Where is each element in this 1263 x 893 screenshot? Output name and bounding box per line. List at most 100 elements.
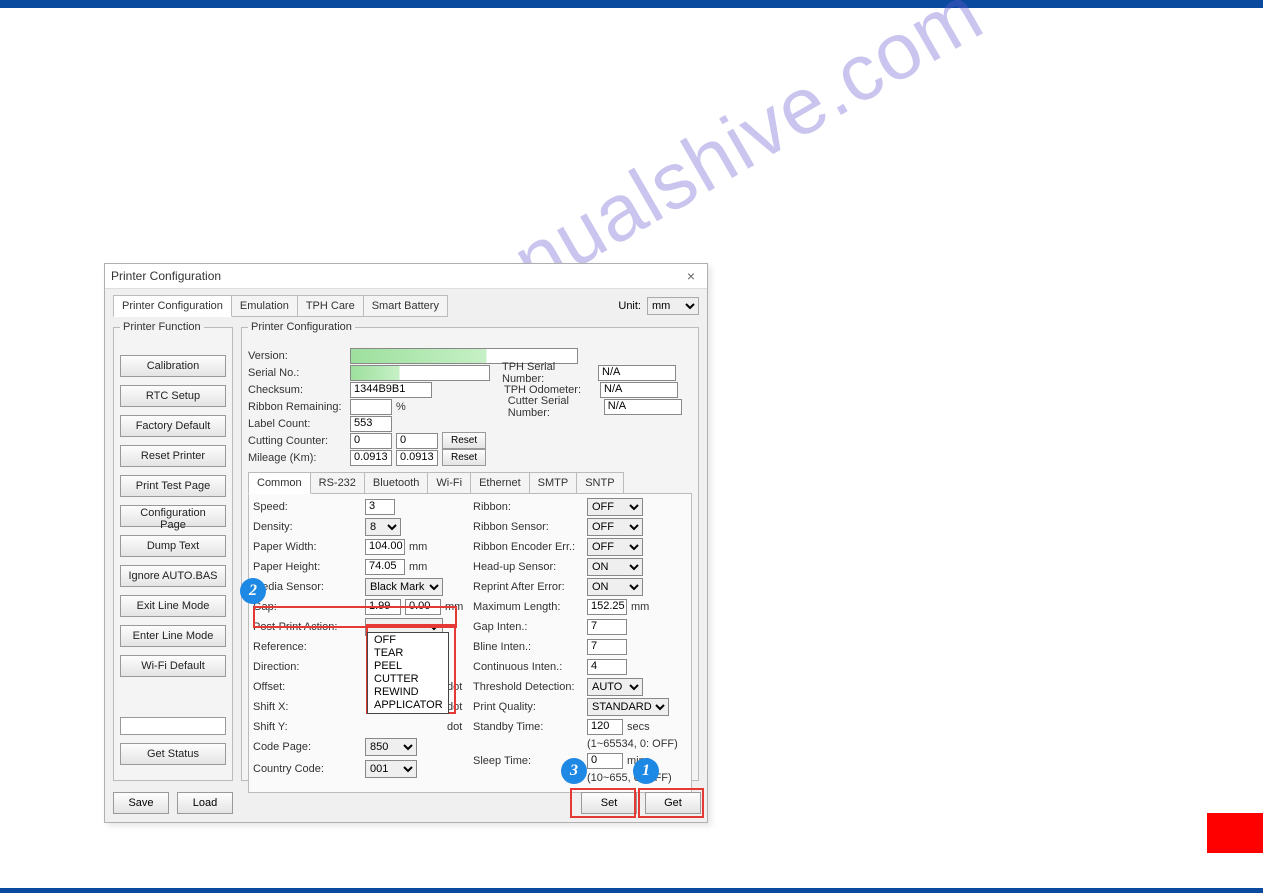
tab-printer-configuration[interactable]: Printer Configuration — [113, 295, 232, 317]
option-rewind[interactable]: REWIND — [368, 686, 448, 699]
status-input[interactable] — [120, 717, 226, 735]
subtab-sntp[interactable]: SNTP — [576, 472, 623, 494]
option-peel[interactable]: PEEL — [368, 660, 448, 673]
red-block — [1207, 813, 1263, 853]
tph-odo-field[interactable]: N/A — [600, 382, 678, 398]
exit-line-mode-button[interactable]: Exit Line Mode — [120, 595, 226, 617]
factory-default-button[interactable]: Factory Default — [120, 415, 226, 437]
continuous-inten-field[interactable]: 4 — [587, 659, 627, 675]
printer-configuration-legend: Printer Configuration — [248, 321, 355, 333]
option-cutter[interactable]: CUTTER — [368, 673, 448, 686]
gap-b-field[interactable]: 0.00 — [405, 599, 441, 615]
option-tear[interactable]: TEAR — [368, 647, 448, 660]
ribbon-label: Ribbon: — [473, 501, 583, 513]
print-quality-select[interactable]: STANDARD — [587, 698, 669, 716]
post-print-action-dropdown[interactable]: OFF TEAR PEEL CUTTER REWIND APPLICATOR — [367, 632, 449, 714]
ribbon-encoder-select[interactable]: OFF — [587, 538, 643, 556]
threshold-detection-select[interactable]: AUTO — [587, 678, 643, 696]
load-button[interactable]: Load — [177, 792, 233, 814]
print-test-page-button[interactable]: Print Test Page — [120, 475, 226, 497]
subtab-smtp[interactable]: SMTP — [529, 472, 578, 494]
mileage-a-field[interactable]: 0.0913 — [350, 450, 392, 466]
ribbon-sensor-select[interactable]: OFF — [587, 518, 643, 536]
cutting-counter-b-field[interactable]: 0 — [396, 433, 438, 449]
get-button[interactable]: Get — [645, 792, 701, 814]
code-page-select[interactable]: 850 — [365, 738, 417, 756]
subtab-common[interactable]: Common — [248, 472, 311, 494]
paper-width-unit: mm — [409, 541, 427, 553]
dialog-titlebar[interactable]: Printer Configuration × — [105, 264, 707, 289]
max-length-field[interactable]: 152.25 — [587, 599, 627, 615]
save-button[interactable]: Save — [113, 792, 169, 814]
cutting-counter-a-field[interactable]: 0 — [350, 433, 392, 449]
cutter-serial-label: Cutter Serial Number: — [508, 395, 600, 419]
serial-no-label: Serial No.: — [248, 367, 346, 379]
subtab-wifi[interactable]: Wi-Fi — [427, 472, 471, 494]
bottom-bar — [0, 888, 1263, 893]
paper-height-field[interactable]: 74.05 — [365, 559, 405, 575]
calibration-button[interactable]: Calibration — [120, 355, 226, 377]
headup-sensor-select[interactable]: ON — [587, 558, 643, 576]
option-off[interactable]: OFF — [368, 634, 448, 647]
gap-a-field[interactable]: 1.99 — [365, 599, 401, 615]
callout-circle-1: 1 — [633, 758, 659, 784]
ribbon-remaining-field[interactable] — [350, 399, 392, 415]
reference-label: Reference: — [253, 641, 361, 653]
subtab-bluetooth[interactable]: Bluetooth — [364, 472, 428, 494]
tph-serial-field[interactable]: N/A — [598, 365, 676, 381]
paper-height-unit: mm — [409, 561, 427, 573]
dump-text-button[interactable]: Dump Text — [120, 535, 226, 557]
standby-time-field[interactable]: 120 — [587, 719, 623, 735]
sub-tabs: Common RS-232 Bluetooth Wi-Fi Ethernet S… — [248, 472, 692, 494]
direction-label: Direction: — [253, 661, 361, 673]
set-button[interactable]: Set — [581, 792, 637, 814]
unit-select[interactable]: mm — [647, 297, 699, 315]
gap-inten-label: Gap Inten.: — [473, 621, 583, 633]
wifi-default-button[interactable]: Wi-Fi Default — [120, 655, 226, 677]
speed-label: Speed: — [253, 501, 361, 513]
cutting-reset-button[interactable]: Reset — [442, 432, 486, 449]
option-applicator[interactable]: APPLICATOR — [368, 699, 448, 712]
cutting-counter-label: Cutting Counter: — [248, 435, 346, 447]
tab-emulation[interactable]: Emulation — [231, 295, 298, 317]
sleep-time-field[interactable]: 0 — [587, 753, 623, 769]
callout-circle-2: 2 — [240, 578, 266, 604]
gap-label: Gap: — [253, 601, 361, 613]
media-sensor-select[interactable]: Black Mark — [365, 578, 443, 596]
ribbon-remaining-label: Ribbon Remaining: — [248, 401, 346, 413]
get-status-button[interactable]: Get Status — [120, 743, 226, 765]
density-select[interactable]: 8 — [365, 518, 401, 536]
ribbon-select[interactable]: OFF — [587, 498, 643, 516]
mileage-reset-button[interactable]: Reset — [442, 449, 486, 466]
enter-line-mode-button[interactable]: Enter Line Mode — [120, 625, 226, 647]
serial-no-field[interactable] — [350, 365, 490, 381]
label-count-field[interactable]: 553 — [350, 416, 392, 432]
configuration-page-button[interactable]: Configuration Page — [120, 505, 226, 527]
tph-serial-label: TPH Serial Number: — [502, 361, 594, 385]
speed-field[interactable]: 3 — [365, 499, 395, 515]
label-count-label: Label Count: — [248, 418, 346, 430]
mileage-b-field[interactable]: 0.0913 — [396, 450, 438, 466]
reset-printer-button[interactable]: Reset Printer — [120, 445, 226, 467]
density-label: Density: — [253, 521, 361, 533]
reprint-after-error-select[interactable]: ON — [587, 578, 643, 596]
checksum-field[interactable]: 1344B9B1 — [350, 382, 432, 398]
callout-circle-3: 3 — [561, 758, 587, 784]
checksum-label: Checksum: — [248, 384, 346, 396]
country-code-select[interactable]: 001 — [365, 760, 417, 778]
bline-inten-label: Bline Inten.: — [473, 641, 583, 653]
subtab-rs232[interactable]: RS-232 — [310, 472, 365, 494]
cutter-serial-field[interactable]: N/A — [604, 399, 682, 415]
paper-width-field[interactable]: 104.00 — [365, 539, 405, 555]
subtab-ethernet[interactable]: Ethernet — [470, 472, 530, 494]
print-quality-label: Print Quality: — [473, 701, 583, 713]
gap-inten-field[interactable]: 7 — [587, 619, 627, 635]
close-icon[interactable]: × — [681, 268, 701, 284]
tab-smart-battery[interactable]: Smart Battery — [363, 295, 448, 317]
rtc-setup-button[interactable]: RTC Setup — [120, 385, 226, 407]
shift-y-unit: dot — [447, 721, 462, 733]
ignore-autobas-button[interactable]: Ignore AUTO.BAS — [120, 565, 226, 587]
version-label: Version: — [248, 350, 346, 362]
bline-inten-field[interactable]: 7 — [587, 639, 627, 655]
tab-tph-care[interactable]: TPH Care — [297, 295, 364, 317]
